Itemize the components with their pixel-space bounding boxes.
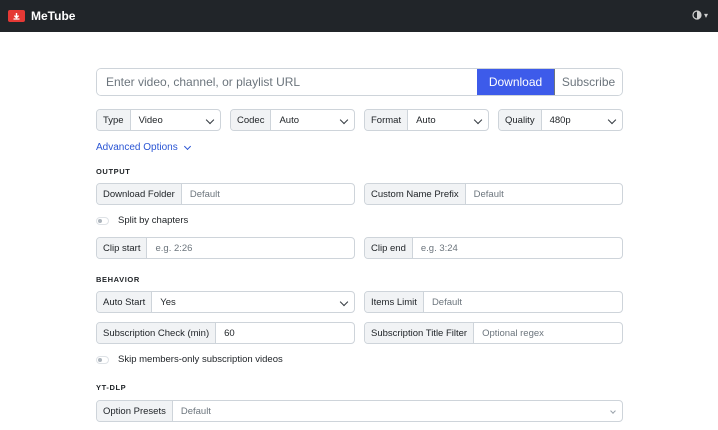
download-button[interactable]: Download bbox=[477, 69, 554, 95]
split-by-chapters-label: Split by chapters bbox=[118, 215, 189, 226]
advanced-options-label: Advanced Options bbox=[96, 142, 178, 153]
clip-start-input[interactable]: e.g. 2:26 bbox=[147, 238, 354, 258]
split-by-chapters-toggle[interactable] bbox=[96, 216, 109, 225]
skip-members-only-row[interactable]: Skip members-only subscription videos bbox=[96, 354, 283, 365]
split-by-chapters-row[interactable]: Split by chapters bbox=[96, 215, 188, 226]
subscription-title-filter-input[interactable]: Optional regex bbox=[474, 323, 622, 343]
subscribe-button[interactable]: Subscribe bbox=[554, 69, 622, 95]
custom-name-prefix-label: Custom Name Prefix bbox=[365, 184, 466, 204]
auto-start-label: Auto Start bbox=[97, 292, 153, 312]
metube-logo-icon bbox=[8, 10, 25, 22]
option-presets-select[interactable]: Option Presets Default bbox=[96, 400, 623, 422]
app-title: MeTube bbox=[31, 9, 76, 23]
codec-label: Codec bbox=[231, 110, 272, 130]
url-input-group: Download Subscribe bbox=[96, 68, 623, 96]
subscription-check-input[interactable]: 60 bbox=[216, 323, 354, 343]
auto-start-value: Yes bbox=[160, 296, 176, 308]
clip-end-field[interactable]: Clip end e.g. 3:24 bbox=[364, 237, 623, 259]
items-limit-input[interactable]: Default bbox=[424, 292, 622, 312]
type-select[interactable]: Type Video bbox=[96, 109, 221, 131]
format-label: Format bbox=[365, 110, 409, 130]
option-presets-value: Default bbox=[180, 405, 211, 417]
subscription-title-filter-field[interactable]: Subscription Title Filter Optional regex bbox=[364, 322, 623, 344]
codec-select[interactable]: Codec Auto bbox=[230, 109, 355, 131]
contrast-icon bbox=[692, 10, 702, 20]
items-limit-label: Items Limit bbox=[365, 292, 424, 312]
clip-start-field[interactable]: Clip start e.g. 2:26 bbox=[96, 237, 355, 259]
items-limit-field[interactable]: Items Limit Default bbox=[364, 291, 623, 313]
download-folder-field[interactable]: Download Folder Default bbox=[96, 183, 355, 205]
chevron-down-icon bbox=[183, 142, 191, 150]
download-folder-input[interactable]: Default bbox=[182, 184, 354, 204]
subscription-title-filter-label: Subscription Title Filter bbox=[365, 323, 475, 343]
custom-name-prefix-field[interactable]: Custom Name Prefix Default bbox=[364, 183, 623, 205]
skip-members-only-toggle[interactable] bbox=[96, 355, 109, 364]
clip-start-label: Clip start bbox=[97, 238, 148, 258]
custom-name-prefix-input[interactable]: Default bbox=[466, 184, 622, 204]
type-label: Type bbox=[97, 110, 131, 130]
download-folder-label: Download Folder bbox=[97, 184, 182, 204]
theme-toggle[interactable]: ▾ bbox=[692, 10, 708, 20]
format-select[interactable]: Format Auto bbox=[364, 109, 489, 131]
ytdlp-heading: YT-DLP bbox=[96, 383, 127, 392]
quality-label: Quality bbox=[499, 110, 542, 130]
output-heading: OUTPUT bbox=[96, 167, 131, 176]
quality-select[interactable]: Quality 480p bbox=[498, 109, 623, 131]
navbar: MeTube ▾ bbox=[0, 0, 718, 32]
clip-end-label: Clip end bbox=[365, 238, 413, 258]
option-presets-label: Option Presets bbox=[97, 401, 173, 421]
subscription-check-field[interactable]: Subscription Check (min) 60 bbox=[96, 322, 355, 344]
skip-members-only-label: Skip members-only subscription videos bbox=[118, 354, 283, 365]
auto-start-select[interactable]: Auto Start Yes bbox=[96, 291, 355, 313]
subscription-check-label: Subscription Check (min) bbox=[97, 323, 217, 343]
url-input[interactable] bbox=[97, 69, 477, 95]
chevron-down-icon: ▾ bbox=[703, 10, 708, 20]
advanced-options-toggle[interactable]: Advanced Options bbox=[96, 142, 191, 153]
brand[interactable]: MeTube bbox=[8, 9, 75, 23]
clip-end-input[interactable]: e.g. 3:24 bbox=[413, 238, 622, 258]
behavior-heading: BEHAVIOR bbox=[96, 275, 140, 284]
